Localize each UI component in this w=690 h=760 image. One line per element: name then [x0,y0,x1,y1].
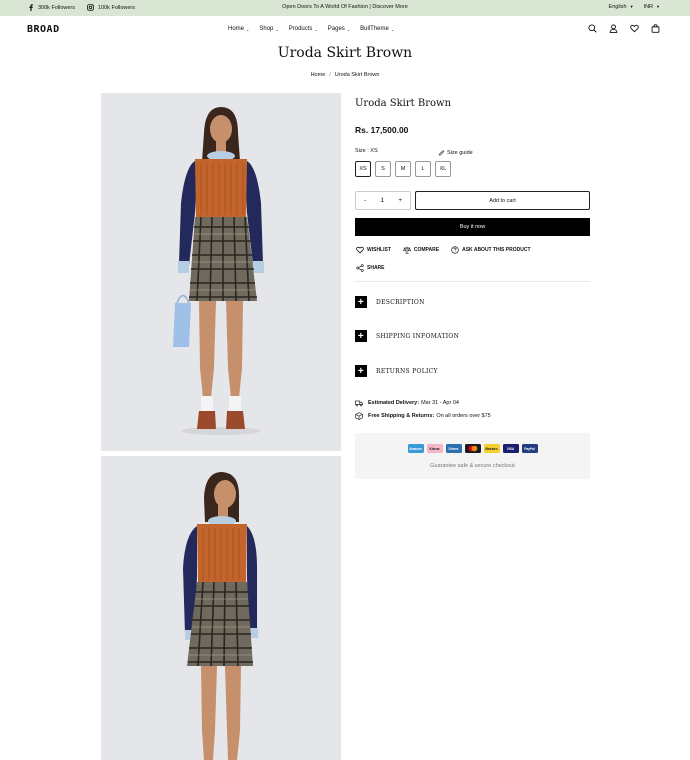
facebook-icon [29,4,33,11]
product-image-side[interactable] [101,456,341,760]
buy-now-button[interactable]: Buy it now [355,218,590,236]
announcement-bar: 300k Followers 100k Followers Open Doors… [0,0,690,16]
divider [355,281,590,282]
estimated-delivery: Estimated Delivery: Mar 31 - Apr 04 [355,399,459,407]
visa-icon: VISA [502,444,519,453]
truck-icon [355,400,363,407]
delivery-label: Estimated Delivery: [368,400,420,406]
chevron-down-icon: ▼ [656,4,660,9]
qty-decrease-button[interactable]: - [364,197,366,204]
currency-selector[interactable]: INR ▼ [644,4,660,10]
page-title: Uroda Skirt Brown [277,45,413,61]
mastercard-icon [464,444,481,453]
facebook-link[interactable]: 300k Followers [28,4,75,11]
ask-label: ASK ABOUT THIS PRODUCT [462,247,531,253]
accordion-returns[interactable]: + RETURNS POLICY [355,365,438,377]
size-guide-label: Size guide [447,149,473,156]
diners-icon: Diners [445,444,462,453]
nav-label: Products [288,26,313,32]
chevron-down-icon: ⌄ [275,26,279,32]
size-option-m[interactable]: M [395,161,411,177]
product-title: Uroda Skirt Brown [355,98,452,109]
accordion-label: DESCRIPTION [376,298,425,306]
product-price: Rs. 17,500.00 [355,125,409,135]
nav-label: BullTheme [360,26,389,32]
plus-icon: + [355,330,367,342]
site-logo[interactable]: BROAD [27,24,60,35]
instagram-followers: 100k Followers [98,4,135,11]
delivery-value: Mar 31 - Apr 04 [421,400,459,406]
accordion-description[interactable]: + DESCRIPTION [355,296,425,308]
instagram-icon [87,4,94,11]
secure-checkout-text: Guarantee safe & secure checkout [430,463,515,469]
user-icon[interactable] [609,24,618,33]
chevron-down-icon: ⌄ [246,26,250,32]
size-option-l[interactable]: L [415,161,431,177]
facebook-followers: 300k Followers [38,4,75,11]
main-nav: Home ⌄ Shop ⌄ Products ⌄ Pages ⌄ BullTheme ⌄ [228,26,394,32]
nav-label: Shop [259,26,274,32]
heart-icon[interactable] [630,24,639,33]
box-icon [355,412,363,420]
qty-value[interactable]: 1 [380,197,384,204]
nav-bulltheme[interactable]: BullTheme ⌄ [360,26,394,32]
nav-label: Pages [327,26,345,32]
bag-icon[interactable] [651,24,660,33]
size-options: XS S M L XL [355,161,451,177]
payment-methods-box: Amazon Klarna Diners Maestro VISA PayPal… [355,433,590,479]
paypal-icon: PayPal [521,444,538,453]
free-shipping-label: Free Shipping & Returns: [368,413,435,419]
free-shipping-value: On all orders over $75 [436,413,491,419]
share-icon [356,264,364,272]
breadcrumb-current: Uroda Skirt Brown [334,72,380,78]
quantity-stepper: - 1 + [355,191,411,210]
nav-home[interactable]: Home ⌄ [228,26,249,32]
wishlist-button[interactable]: WISHLIST [356,246,391,254]
size-option-s[interactable]: S [375,161,391,177]
nav-pages[interactable]: Pages ⌄ [328,26,350,32]
add-to-cart-button[interactable]: Add to cart [415,191,590,210]
share-button[interactable]: SHARE [356,264,385,272]
breadcrumb: Home / Uroda Skirt Brown [0,72,690,78]
size-option-xl[interactable]: XL [435,161,451,177]
heart-icon [356,246,364,254]
scale-icon [402,246,411,254]
chevron-down-icon: ⌄ [314,26,318,32]
breadcrumb-home[interactable]: Home [311,72,326,78]
currency-value: INR [643,4,654,10]
nav-label: Home [228,26,245,32]
nav-products[interactable]: Products ⌄ [289,26,318,32]
size-option-xs[interactable]: XS [355,161,371,177]
chevron-down-icon: ▼ [629,4,634,9]
question-icon [451,246,459,254]
klarna-icon: Klarna [426,444,443,453]
product-image-front[interactable] [101,93,341,451]
plus-icon: + [355,296,367,308]
wishlist-label: WISHLIST [367,247,391,253]
language-selector[interactable]: English ▼ [609,4,634,10]
amazon-pay-icon: Amazon [407,444,424,453]
nav-shop[interactable]: Shop ⌄ [259,26,278,32]
search-icon[interactable] [588,24,597,33]
plus-icon: + [355,365,367,377]
compare-label: COMPARE [413,247,440,253]
share-label: SHARE [367,265,385,271]
chevron-down-icon: ⌄ [346,26,351,32]
breadcrumb-separator: / [329,72,331,78]
size-guide-link[interactable]: Size guide [438,149,473,156]
chevron-down-icon: ⌄ [390,26,395,32]
accordion-shipping[interactable]: + SHIPPING INFOMATION [355,330,459,342]
free-shipping-returns: Free Shipping & Returns: On all orders ov… [355,412,491,420]
ruler-icon [438,150,445,156]
instagram-link[interactable]: 100k Followers [87,4,135,11]
accordion-label: SHIPPING INFOMATION [376,332,460,340]
maestro-icon: Maestro [483,444,500,453]
ask-question-button[interactable]: ASK ABOUT THIS PRODUCT [451,246,531,254]
compare-button[interactable]: COMPARE [402,246,440,254]
language-value: English [608,4,627,10]
qty-increase-button[interactable]: + [398,197,402,204]
accordion-label: RETURNS POLICY [376,367,438,375]
